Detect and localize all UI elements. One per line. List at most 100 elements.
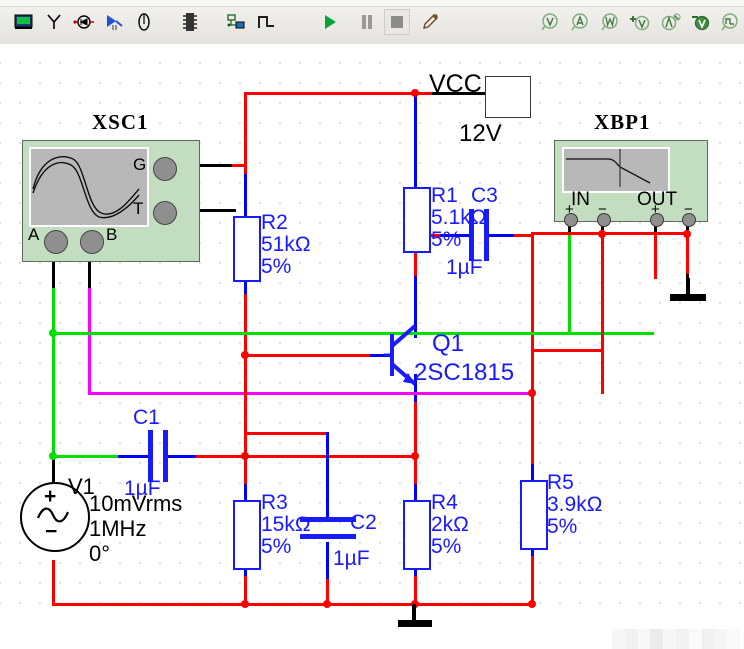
- wire-scope-b-lead: [88, 260, 91, 288]
- capacitor-c1-plate-left[interactable]: [148, 430, 153, 482]
- bode-plotter-terminal-out-plus[interactable]: [650, 213, 664, 227]
- transistor-icon[interactable]: [100, 8, 128, 36]
- node-xbp-out-minus: [683, 230, 691, 238]
- capacitor-c2-plate-top[interactable]: [300, 517, 356, 522]
- node-input: [49, 452, 57, 460]
- wire-c1-left-lead: [118, 455, 150, 458]
- r3-tolerance-label: 5%: [261, 535, 292, 558]
- resistor-r2-symbol[interactable]: [233, 216, 261, 282]
- bode-plotter-screen: [562, 147, 670, 193]
- r2-tolerance-label: 5%: [261, 255, 292, 278]
- basic-component-icon[interactable]: [40, 8, 68, 36]
- r4-value-label: 2kΩ: [431, 513, 469, 536]
- node-gnd-c2: [323, 600, 331, 608]
- wire-r5-top: [531, 349, 534, 471]
- mixed-signal-icon[interactable]: [252, 8, 280, 36]
- node-output: [528, 389, 536, 397]
- misc-digital-icon[interactable]: [222, 8, 250, 36]
- r4-tolerance-label: 5%: [431, 535, 462, 558]
- node-vcc: [411, 89, 419, 97]
- wire-scope-b-horizontal: [88, 392, 534, 395]
- oscilloscope-screen: [29, 147, 149, 227]
- v1-amplitude-label: 10mVrms: [89, 491, 183, 516]
- wire-c2-top-horizontal: [244, 432, 328, 435]
- c2-value-label: 1µF: [333, 547, 370, 570]
- wire-emitter-to-r4: [414, 402, 417, 490]
- c2-ref-label: C2: [350, 511, 377, 534]
- oscilloscope-terminal-t[interactable]: [153, 201, 177, 225]
- bode-plotter-body[interactable]: IN OUT + − + −: [554, 140, 708, 227]
- c1-ref-label: C1: [133, 406, 160, 429]
- toolbar-group-digital: [218, 6, 284, 38]
- wire-xbp-in-plus: [568, 234, 571, 334]
- resistor-r4-symbol[interactable]: [403, 500, 431, 570]
- wire-base-horizontal: [244, 354, 388, 357]
- r5-value-label: 3.9kΩ: [547, 493, 603, 516]
- bode-plotter-terminal-out-minus[interactable]: [682, 213, 696, 227]
- wire-v1-to-gnd-rail: [52, 560, 55, 606]
- capacitor-c3-plate-right[interactable]: [484, 209, 489, 261]
- pause-icon[interactable]: [353, 8, 381, 36]
- wire-xbp-in-minus: [601, 234, 604, 394]
- bode-plotter-terminal-in-minus[interactable]: [597, 213, 611, 227]
- wire-scope-g-lead: [196, 164, 236, 167]
- probe-icon[interactable]: [416, 8, 444, 36]
- r5-ref-label: R5: [547, 471, 574, 494]
- wire-scope-a-lead: [52, 260, 55, 288]
- capacitor-c1-plate-right[interactable]: [163, 430, 168, 482]
- oscilloscope-terminal-g-label: G: [133, 155, 147, 174]
- analog-icon[interactable]: [130, 8, 158, 36]
- r1-value-label: 5.1kΩ: [431, 206, 487, 229]
- vcc-label: VCC: [429, 70, 482, 98]
- vcc-value-label: 12V: [459, 120, 502, 147]
- oscilloscope-body[interactable]: G T A B: [22, 140, 200, 262]
- stop-icon[interactable]: [384, 9, 410, 35]
- bode-plotter-ref-label: XBP1: [594, 110, 651, 134]
- capacitor-c2-plate-bottom[interactable]: [300, 534, 356, 539]
- wire-xbp-right-rail: [601, 232, 689, 235]
- resistor-r1-symbol[interactable]: [403, 187, 431, 253]
- bode-plotter-terminal-in-plus[interactable]: [564, 213, 578, 227]
- c3-ref-label: C3: [471, 184, 498, 207]
- node-xbp-in-minus: [598, 230, 606, 238]
- main-toolbar: [0, 0, 744, 45]
- oscilloscope-terminal-g[interactable]: [153, 157, 177, 181]
- differential-current-probe-icon[interactable]: [657, 8, 685, 36]
- power-probe-icon[interactable]: [597, 8, 625, 36]
- node-emitter: [411, 452, 419, 460]
- voltage-probe-icon[interactable]: [537, 8, 565, 36]
- v1-phase-label: 0°: [89, 541, 111, 566]
- current-probe-icon[interactable]: [567, 8, 595, 36]
- resistor-r5-symbol[interactable]: [520, 480, 548, 550]
- oscilloscope-terminal-t-label: T: [133, 199, 144, 218]
- toolbar-group-probes: [533, 6, 744, 38]
- oscilloscope-terminal-a-label: A: [28, 225, 40, 244]
- diode-icon[interactable]: [70, 8, 98, 36]
- node-scope-a: [49, 329, 57, 337]
- oscilloscope-terminal-a[interactable]: [44, 230, 68, 254]
- r5-tolerance-label: 5%: [547, 515, 578, 538]
- digital-probe-icon[interactable]: [717, 8, 744, 36]
- wire-vcc-rail: [244, 92, 434, 95]
- resistor-r3-symbol[interactable]: [233, 500, 261, 570]
- play-icon[interactable]: [316, 8, 344, 36]
- r3-ref-label: R3: [261, 491, 288, 514]
- source-icon[interactable]: [10, 8, 38, 36]
- vcc-source-symbol[interactable]: [485, 76, 531, 118]
- schematic-canvas[interactable]: XSC1 G T A B XBP1 IN OUT + − + − VCC 12V…: [0, 44, 744, 649]
- node-gnd-r3: [241, 600, 249, 608]
- v1-frequency-label: 1MHz: [89, 516, 147, 541]
- differential-voltage-probe-icon[interactable]: [627, 8, 655, 36]
- v1-minus-sign: −: [45, 520, 58, 543]
- wire-xbp-in-minus-to-c3: [531, 232, 603, 235]
- wire-base-node-vertical: [244, 354, 247, 458]
- referenced-voltage-probe-icon[interactable]: [687, 8, 715, 36]
- ic-chip-icon[interactable]: [176, 8, 204, 36]
- oscilloscope-terminal-b[interactable]: [80, 230, 104, 254]
- oscilloscope-terminal-b-label: B: [106, 225, 118, 244]
- node-r3-c1: [241, 452, 249, 460]
- node-gnd-r5: [528, 600, 536, 608]
- capacitor-c3-plate-left[interactable]: [469, 209, 474, 261]
- wire-r2-to-base: [244, 294, 247, 356]
- wire-c1-to-base: [196, 455, 416, 458]
